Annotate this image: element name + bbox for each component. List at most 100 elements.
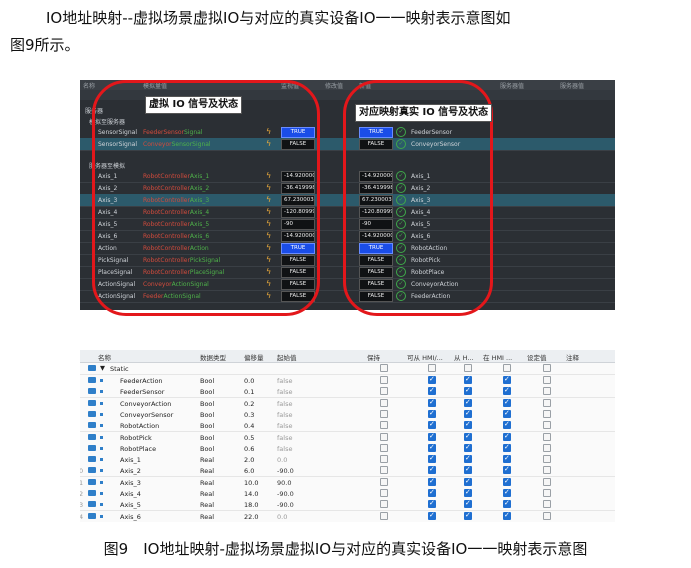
hmi-access-checkbox[interactable] bbox=[428, 499, 436, 509]
member-name[interactable]: RobotAction bbox=[120, 422, 159, 430]
setpoint-checkbox[interactable] bbox=[543, 455, 551, 464]
hmi-visible-checkbox[interactable] bbox=[503, 465, 511, 475]
setpoint-checkbox[interactable] bbox=[543, 443, 551, 452]
retain-checkbox[interactable] bbox=[380, 477, 388, 486]
setpoint-checkbox[interactable] bbox=[543, 421, 551, 430]
hmi-visible-checkbox[interactable] bbox=[503, 364, 511, 372]
data-type[interactable]: Real bbox=[200, 467, 214, 475]
hmi-visible-checkbox[interactable] bbox=[503, 398, 511, 407]
hmi-write-checkbox[interactable] bbox=[464, 432, 472, 441]
member-name[interactable]: ConveyorSensor bbox=[120, 411, 173, 419]
member-name[interactable]: Axis_1 bbox=[120, 456, 141, 464]
hmi-access-checkbox[interactable] bbox=[428, 364, 436, 372]
hmi-access-checkbox[interactable] bbox=[428, 443, 436, 452]
hmi-access-checkbox[interactable] bbox=[428, 454, 436, 464]
table-row[interactable]: 2 Axis_4 Real 14.0 -90.0 bbox=[80, 488, 615, 500]
hmi-visible-checkbox[interactable] bbox=[503, 499, 511, 509]
data-type[interactable]: Bool bbox=[200, 422, 214, 430]
retain-checkbox[interactable] bbox=[380, 489, 388, 497]
data-type[interactable]: Bool bbox=[200, 388, 214, 396]
retain-checkbox[interactable] bbox=[380, 466, 388, 475]
data-type[interactable]: Bool bbox=[200, 445, 214, 453]
retain-checkbox[interactable] bbox=[380, 409, 388, 418]
hmi-write-checkbox[interactable] bbox=[464, 409, 472, 418]
data-type[interactable]: Real bbox=[200, 490, 214, 498]
hmi-visible-checkbox[interactable] bbox=[503, 375, 511, 384]
static-group-row[interactable]: ▼ Static bbox=[80, 363, 615, 375]
start-value[interactable]: 90.0 bbox=[277, 479, 291, 487]
setpoint-checkbox[interactable] bbox=[543, 477, 551, 486]
data-type[interactable]: Real bbox=[200, 479, 214, 487]
member-name[interactable]: FeederAction bbox=[120, 377, 163, 385]
hmi-visible-checkbox[interactable] bbox=[503, 386, 511, 396]
retain-checkbox[interactable] bbox=[380, 364, 388, 372]
hmi-access-checkbox[interactable] bbox=[428, 465, 436, 475]
table-row[interactable]: RobotAction Bool 0.4 false bbox=[80, 420, 615, 433]
hmi-visible-checkbox[interactable] bbox=[503, 443, 511, 452]
retain-checkbox[interactable] bbox=[380, 432, 388, 441]
hmi-write-checkbox[interactable] bbox=[464, 398, 472, 407]
retain-checkbox[interactable] bbox=[380, 387, 388, 396]
hmi-access-checkbox[interactable] bbox=[428, 398, 436, 407]
start-value[interactable]: false bbox=[277, 422, 292, 430]
retain-checkbox[interactable] bbox=[380, 421, 388, 430]
data-type[interactable]: Real bbox=[200, 501, 214, 509]
data-type[interactable]: Bool bbox=[200, 411, 214, 419]
table-row[interactable]: 3 Axis_5 Real 18.0 -90.0 bbox=[80, 499, 615, 512]
table-row[interactable]: 0 Axis_2 Real 6.0 -90.0 bbox=[80, 465, 615, 478]
setpoint-checkbox[interactable] bbox=[543, 489, 551, 497]
hmi-write-checkbox[interactable] bbox=[464, 488, 472, 497]
start-value[interactable]: 0.0 bbox=[277, 456, 287, 464]
table-row[interactable]: FeederSensor Bool 0.1 false bbox=[80, 386, 615, 399]
hmi-write-checkbox[interactable] bbox=[464, 511, 472, 520]
retain-checkbox[interactable] bbox=[380, 511, 388, 520]
data-type[interactable]: Bool bbox=[200, 400, 214, 408]
data-type[interactable]: Real bbox=[200, 456, 214, 464]
hmi-write-checkbox[interactable] bbox=[464, 454, 472, 464]
member-name[interactable]: Axis_4 bbox=[120, 490, 141, 498]
retain-checkbox[interactable] bbox=[380, 500, 388, 509]
member-name[interactable]: Axis_6 bbox=[120, 513, 141, 521]
member-name[interactable]: RobotPick bbox=[120, 434, 152, 442]
retain-checkbox[interactable] bbox=[380, 443, 388, 452]
data-type[interactable]: Real bbox=[200, 513, 214, 521]
hmi-write-checkbox[interactable] bbox=[464, 465, 472, 475]
hmi-write-checkbox[interactable] bbox=[464, 375, 472, 384]
setpoint-checkbox[interactable] bbox=[543, 432, 551, 441]
data-type[interactable]: Bool bbox=[200, 434, 214, 442]
hmi-access-checkbox[interactable] bbox=[428, 386, 436, 396]
hmi-access-checkbox[interactable] bbox=[428, 420, 436, 430]
retain-checkbox[interactable] bbox=[380, 455, 388, 464]
table-row[interactable]: FeederAction Bool 0.0 false bbox=[80, 375, 615, 387]
hmi-write-checkbox[interactable] bbox=[464, 477, 472, 486]
setpoint-checkbox[interactable] bbox=[543, 500, 551, 509]
hmi-visible-checkbox[interactable] bbox=[503, 420, 511, 430]
hmi-visible-checkbox[interactable] bbox=[503, 409, 511, 418]
table-row[interactable]: 1 Axis_3 Real 10.0 90.0 bbox=[80, 476, 615, 489]
setpoint-checkbox[interactable] bbox=[543, 511, 551, 520]
table-row[interactable]: RobotPlace Bool 0.6 false bbox=[80, 442, 615, 455]
expand-icon[interactable]: ▼ bbox=[100, 364, 105, 372]
hmi-access-checkbox[interactable] bbox=[428, 511, 436, 520]
start-value[interactable]: false bbox=[277, 445, 292, 453]
hmi-visible-checkbox[interactable] bbox=[503, 432, 511, 441]
retain-checkbox[interactable] bbox=[380, 376, 388, 384]
hmi-access-checkbox[interactable] bbox=[428, 375, 436, 384]
hmi-visible-checkbox[interactable] bbox=[503, 477, 511, 486]
hmi-access-checkbox[interactable] bbox=[428, 488, 436, 497]
member-name[interactable]: ConveyorAction bbox=[120, 400, 171, 408]
hmi-access-checkbox[interactable] bbox=[428, 477, 436, 486]
setpoint-checkbox[interactable] bbox=[543, 376, 551, 384]
start-value[interactable]: false bbox=[277, 434, 292, 442]
start-value[interactable]: false bbox=[277, 411, 292, 419]
hmi-write-checkbox[interactable] bbox=[464, 364, 472, 372]
start-value[interactable]: false bbox=[277, 377, 292, 385]
data-type[interactable]: Bool bbox=[200, 377, 214, 385]
start-value[interactable]: -90.0 bbox=[277, 501, 294, 509]
start-value[interactable]: -90.0 bbox=[277, 490, 294, 498]
member-name[interactable]: Axis_5 bbox=[120, 501, 141, 509]
hmi-access-checkbox[interactable] bbox=[428, 432, 436, 441]
hmi-access-checkbox[interactable] bbox=[428, 409, 436, 418]
retain-checkbox[interactable] bbox=[380, 398, 388, 407]
start-value[interactable]: false bbox=[277, 388, 292, 396]
